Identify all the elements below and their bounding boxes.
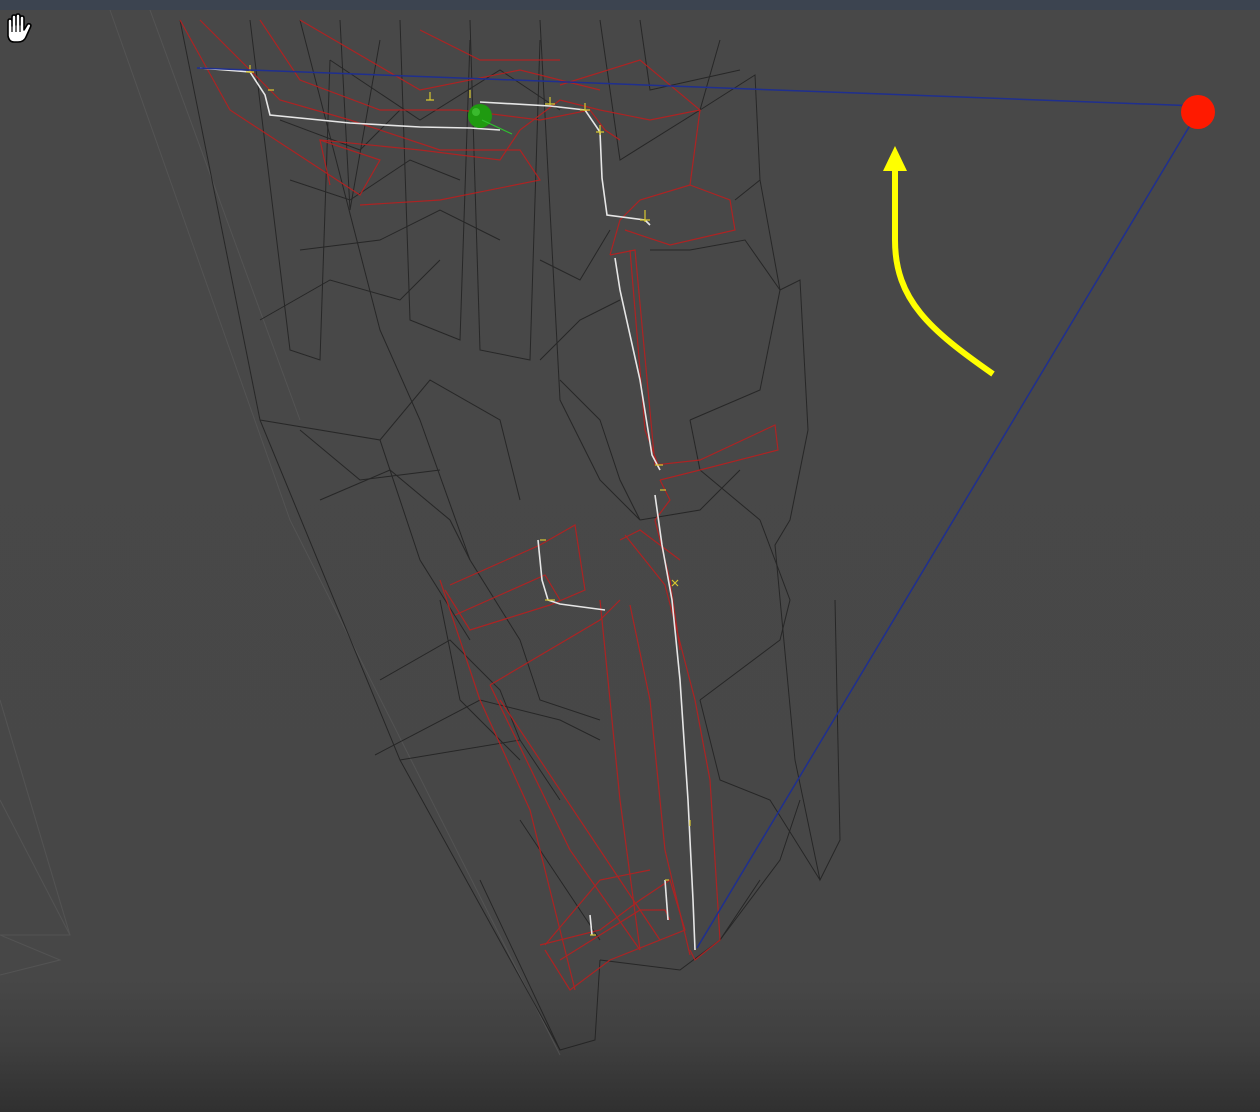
hand-pan-cursor-icon [7, 13, 32, 43]
scene-canvas[interactable] [0, 10, 1260, 1112]
wireframe-mesh [179, 19, 841, 1051]
red-dot-icon[interactable] [1181, 95, 1215, 129]
app-window [0, 0, 1260, 1112]
path-node-markers [246, 65, 691, 936]
navigation-path [199, 67, 696, 951]
highlighted-navmesh [179, 19, 779, 991]
curved-arrow-up-icon [883, 146, 995, 377]
3d-viewport[interactable] [0, 10, 1260, 1112]
gizmo-lines [196, 67, 1199, 949]
